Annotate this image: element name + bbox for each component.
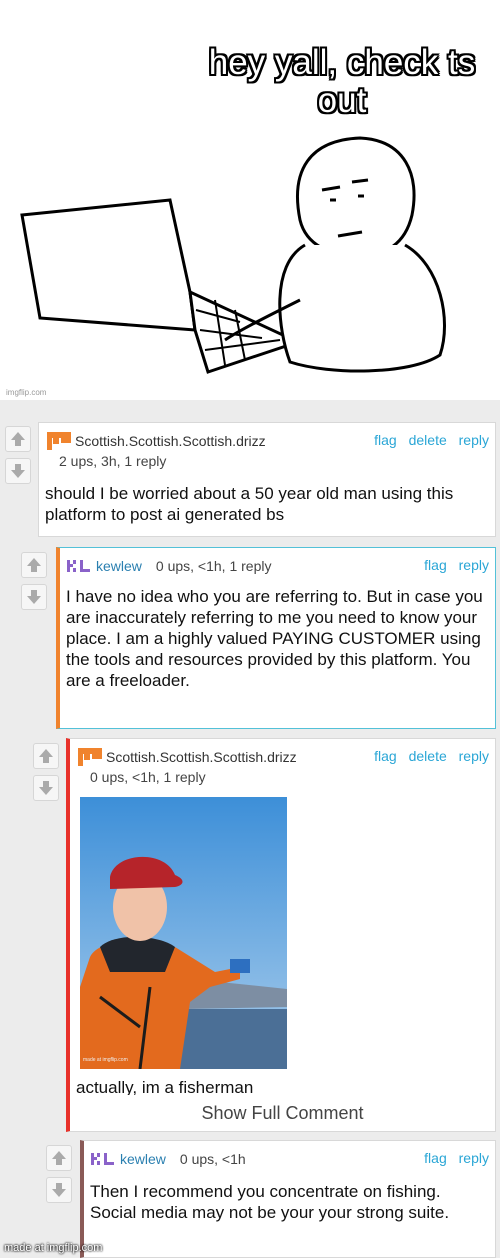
comment-header: Scottish.Scottish.Scottish.drizz xyxy=(45,429,276,453)
comment-actions: flag delete reply xyxy=(366,748,489,764)
fisherman-selfie-image xyxy=(80,797,287,1069)
vote-controls xyxy=(46,1145,72,1209)
comment-header: kewlew 0 ups, <1h, 1 reply xyxy=(66,554,271,578)
footer-watermark: made at imgflip.com xyxy=(4,1242,103,1254)
downvote-arrow-icon[interactable] xyxy=(5,458,31,484)
purple-kl-logo-icon xyxy=(91,1153,114,1165)
comment-card: kewlew 0 ups, <1h flag reply Then I reco… xyxy=(80,1140,496,1258)
comment-meta: 0 ups, <1h xyxy=(179,1151,246,1167)
meme-caption: hey yall, check ts out xyxy=(208,43,476,120)
flag-link[interactable]: flag xyxy=(374,748,397,764)
comment-username[interactable]: kewlew xyxy=(120,1151,166,1167)
comment-header: kewlew 0 ups, <1h xyxy=(90,1147,246,1171)
vote-controls xyxy=(33,743,59,807)
comment-card: Scottish.Scottish.Scottish.drizz flag de… xyxy=(38,422,496,537)
comment-meta: 2 ups, 3h, 1 reply xyxy=(59,453,167,469)
comment-card: Scottish.Scottish.Scottish.drizz flag de… xyxy=(66,738,496,1132)
upvote-arrow-icon[interactable] xyxy=(46,1145,72,1171)
reply-link[interactable]: reply xyxy=(459,432,489,448)
comment-text: I have no idea who you are referring to.… xyxy=(66,587,483,690)
orange-pixel-flag-icon xyxy=(78,748,102,766)
comment-text: should I be worried about a 50 year old … xyxy=(45,484,454,524)
flag-link[interactable]: flag xyxy=(424,1150,447,1166)
flag-link[interactable]: flag xyxy=(424,557,447,573)
delete-link[interactable]: delete xyxy=(409,748,447,764)
comment-username[interactable]: Scottish.Scottish.Scottish.drizz xyxy=(75,433,266,449)
comment-text: Then I recommend you concentrate on fish… xyxy=(90,1182,450,1222)
reply-link[interactable]: reply xyxy=(459,748,489,764)
comment-username[interactable]: kewlew xyxy=(96,558,142,574)
comment-card: kewlew 0 ups, <1h, 1 reply flag reply I … xyxy=(56,547,496,729)
comment-username[interactable]: Scottish.Scottish.Scottish.drizz xyxy=(106,749,297,765)
vote-controls xyxy=(21,552,47,616)
vote-controls xyxy=(5,426,31,490)
show-full-comment-button[interactable]: Show Full Comment xyxy=(70,1103,495,1124)
comment-thread: Scottish.Scottish.Scottish.drizz flag de… xyxy=(0,400,500,1258)
comment-meta: 0 ups, <1h, 1 reply xyxy=(155,558,272,574)
comment-actions: flag delete reply xyxy=(366,432,489,448)
comment-meta: 0 ups, <1h, 1 reply xyxy=(90,769,206,785)
flag-link[interactable]: flag xyxy=(374,432,397,448)
reply-link[interactable]: reply xyxy=(459,1150,489,1166)
reply-link[interactable]: reply xyxy=(459,557,489,573)
orange-pixel-flag-icon xyxy=(47,432,71,450)
meme-panel: hey yall, check ts out imgflip.com xyxy=(0,0,500,400)
imgflip-watermark: imgflip.com xyxy=(6,388,47,397)
downvote-arrow-icon[interactable] xyxy=(21,584,47,610)
upvote-arrow-icon[interactable] xyxy=(33,743,59,769)
comment-header: Scottish.Scottish.Scottish.drizz xyxy=(76,745,307,769)
purple-kl-logo-icon xyxy=(67,560,90,572)
comment-actions: flag reply xyxy=(416,1150,489,1166)
downvote-arrow-icon[interactable] xyxy=(33,775,59,801)
delete-link[interactable]: delete xyxy=(409,432,447,448)
upvote-arrow-icon[interactable] xyxy=(21,552,47,578)
comment-actions: flag reply xyxy=(416,557,489,573)
photo-watermark: made at imgflip.com xyxy=(83,1057,128,1063)
downvote-arrow-icon[interactable] xyxy=(46,1177,72,1203)
upvote-arrow-icon[interactable] xyxy=(5,426,31,452)
comment-text: actually, im a fisherman xyxy=(76,1078,254,1095)
comment-photo[interactable]: made at imgflip.com xyxy=(80,797,287,1069)
